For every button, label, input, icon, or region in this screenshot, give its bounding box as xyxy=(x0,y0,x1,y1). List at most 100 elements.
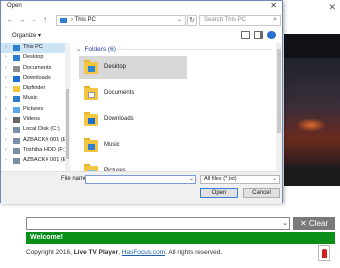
sidebar-item-label: AZBACK# 001 (E:) xyxy=(23,136,65,143)
file-type-dropdown-icon[interactable]: ⌄ xyxy=(272,175,277,182)
forward-arrow-icon[interactable]: → xyxy=(17,14,27,26)
folder-item[interactable]: Pictures xyxy=(79,160,187,171)
group-divider xyxy=(117,49,272,50)
open-dialog: Open ✕ ← → ⌄ ↑ › This PC ⌄ ↻ Search This… xyxy=(0,0,283,204)
organize-button[interactable]: Organize ▾ xyxy=(12,32,41,39)
preview-pane-icon[interactable] xyxy=(254,31,263,39)
dialog-titlebar: Open ✕ xyxy=(1,1,282,12)
folder-icon xyxy=(84,86,98,100)
folder-icon xyxy=(84,164,98,171)
file-list: ⌄ Folders (6) Desktop Documents Downloads Mu… xyxy=(73,43,276,171)
sidebar-item[interactable]: › Dipfinder xyxy=(1,84,65,94)
expand-chevron-icon[interactable]: › xyxy=(5,85,7,91)
cancel-button[interactable]: Cancel xyxy=(243,188,280,198)
drive-icon xyxy=(13,147,20,154)
expand-chevron-icon[interactable]: › xyxy=(5,157,7,163)
up-arrow-icon[interactable]: ↑ xyxy=(40,14,50,26)
folder-label: Downloads xyxy=(104,116,134,122)
footer-copyright: Copyright 2016, Live TV Player, HasFocus… xyxy=(26,249,222,256)
app-logo xyxy=(318,245,330,261)
video-banner-top xyxy=(284,34,340,58)
folder-label: Music xyxy=(104,142,120,148)
sidebar-item-label: AZBACK# 001 (E:) xyxy=(23,157,65,164)
sidebar-item[interactable]: › Documents xyxy=(1,64,65,74)
sidebar-item[interactable]: › Desktop xyxy=(1,53,65,63)
help-icon[interactable] xyxy=(267,31,276,39)
navigation-pane: › This PC › Desktop › Documents › Downloads › Dip… xyxy=(1,43,65,171)
sidebar-item-label: Desktop xyxy=(23,54,44,61)
clear-button[interactable]: ✕ Clear xyxy=(293,217,335,230)
expand-chevron-icon[interactable]: › xyxy=(5,95,7,101)
footer-suffix: . All rights reserved. xyxy=(165,249,223,256)
search-icon: ⌕ xyxy=(273,16,277,23)
sidebar-item[interactable]: › Videos xyxy=(1,115,65,125)
collapse-chevron-icon[interactable]: ⌄ xyxy=(76,46,81,53)
app-close-icon[interactable]: ✕ xyxy=(328,2,336,13)
address-dropdown-icon[interactable]: ⌄ xyxy=(177,16,182,23)
sidebar-item-label: This PC xyxy=(23,44,43,50)
expand-chevron-icon[interactable]: › xyxy=(5,116,7,122)
file-type-select[interactable]: All files (*.txt) ⌄ xyxy=(200,175,280,184)
search-placeholder: Search This PC xyxy=(204,17,246,23)
footer-link[interactable]: HasFocus.com xyxy=(122,249,165,256)
recent-dropdown-icon[interactable]: ⌄ xyxy=(29,14,39,26)
sidebar-item-label: Toshiba HDD (F:) xyxy=(23,146,65,153)
pc-icon xyxy=(60,18,67,23)
folder-icon xyxy=(13,86,20,93)
sidebar-item[interactable]: › Pictures xyxy=(1,105,65,115)
expand-chevron-icon[interactable]: › xyxy=(5,137,7,143)
search-input[interactable]: Search This PC ⌕ xyxy=(199,15,281,26)
address-bar[interactable]: › This PC ⌄ xyxy=(56,15,186,26)
drive-icon xyxy=(13,127,20,134)
navigation-pane-scrollbar[interactable] xyxy=(65,43,70,171)
sidebar-item[interactable]: › AZBACK# 001 (E:) xyxy=(1,156,65,166)
file-name-dropdown-icon[interactable]: ⌄ xyxy=(189,175,194,182)
url-dropdown-icon[interactable]: ⌄ xyxy=(280,218,290,229)
drive-icon xyxy=(13,158,20,165)
sidebar-item[interactable]: › Toshiba HDD (F:) xyxy=(1,146,65,156)
expand-chevron-icon[interactable]: › xyxy=(5,126,7,132)
expand-chevron-icon[interactable]: › xyxy=(5,106,7,112)
sidebar-item[interactable]: › This PC xyxy=(1,43,65,54)
dialog-footer: File name: ⌄ All files (*.txt) ⌄ Open Ca… xyxy=(1,171,282,204)
group-header-label: Folders (6) xyxy=(84,46,116,53)
welcome-banner: Welcome! xyxy=(26,232,335,244)
expand-chevron-icon[interactable]: › xyxy=(5,75,7,81)
sidebar-item[interactable]: › AZBACK# 001 (E:) xyxy=(1,136,65,146)
change-view-icon[interactable] xyxy=(241,31,250,39)
folder-icon xyxy=(84,112,98,126)
drive-icon xyxy=(13,137,20,144)
sidebar-item[interactable]: › Music xyxy=(1,94,65,104)
folder-item[interactable]: Documents xyxy=(79,82,187,105)
file-list-scroll-thumb[interactable] xyxy=(277,49,281,133)
sidebar-item[interactable]: › Downloads xyxy=(1,74,65,84)
expand-chevron-icon[interactable]: › xyxy=(5,44,7,50)
dialog-close-icon[interactable]: ✕ xyxy=(270,1,277,10)
expand-chevron-icon[interactable]: › xyxy=(5,54,7,60)
expand-chevron-icon[interactable]: › xyxy=(5,65,7,71)
video-preview xyxy=(284,58,340,166)
url-input[interactable] xyxy=(26,217,290,230)
sidebar-item-label: Pictures xyxy=(23,105,44,112)
file-name-input[interactable]: ⌄ xyxy=(85,175,196,184)
sidebar-item-label: Documents xyxy=(23,64,52,71)
back-arrow-icon[interactable]: ← xyxy=(5,14,15,26)
expand-chevron-icon[interactable]: › xyxy=(5,147,7,153)
music-icon xyxy=(13,96,20,103)
video-preview-glow xyxy=(296,118,326,132)
breadcrumb[interactable]: › This PC xyxy=(71,17,96,23)
navigation-scroll-thumb[interactable] xyxy=(66,89,69,159)
folder-item[interactable]: Desktop xyxy=(79,56,187,79)
folder-item[interactable]: Downloads xyxy=(79,108,187,131)
sidebar-item-label: Dipfinder xyxy=(23,85,46,92)
video-preview-bottom xyxy=(284,166,340,186)
refresh-icon[interactable]: ↻ xyxy=(187,15,197,26)
dialog-toolbar: Organize ▾ xyxy=(1,30,282,41)
sidebar-item[interactable]: › Local Disk (C:) xyxy=(1,125,65,135)
open-button[interactable]: Open xyxy=(200,188,238,198)
folder-item[interactable]: Music xyxy=(79,134,187,157)
downloads-icon xyxy=(13,75,20,82)
group-header[interactable]: ⌄ Folders (6) xyxy=(76,45,116,53)
file-list-scrollbar[interactable] xyxy=(276,43,282,171)
sidebar-item-label: Music xyxy=(23,95,38,102)
